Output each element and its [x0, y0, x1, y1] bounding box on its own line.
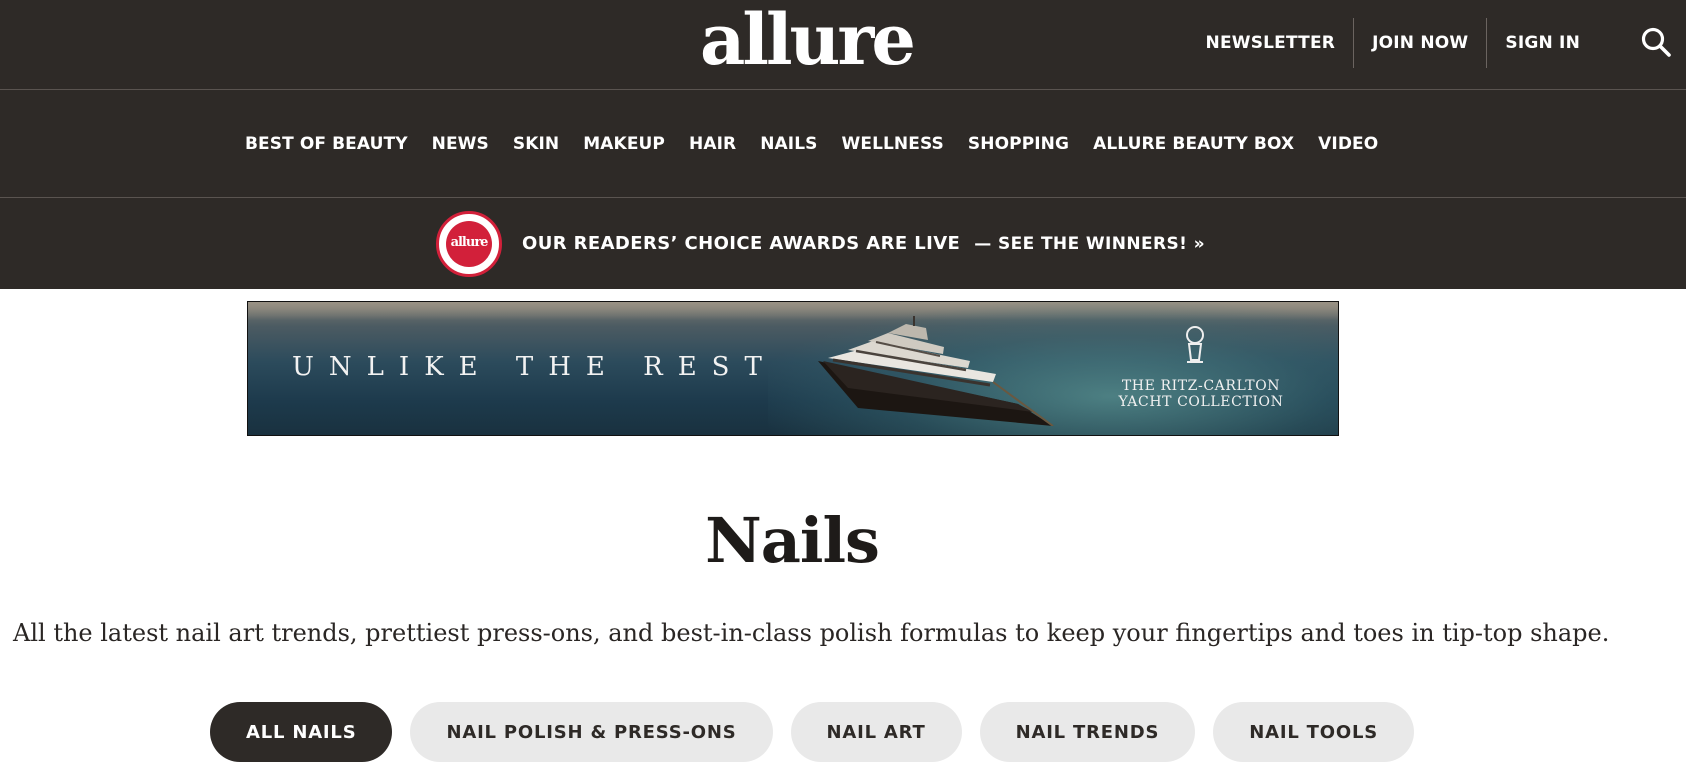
nav-item-skin[interactable]: SKIN [501, 134, 571, 154]
search-icon[interactable] [1640, 26, 1672, 58]
badge-logo: allure [450, 235, 489, 250]
ad-brand-line-1: THE RITZ-CARLTON [1121, 378, 1281, 394]
page-description: All the latest nail art trends, pretties… [13, 619, 1610, 647]
nav-item-nails[interactable]: NAILS [748, 134, 829, 154]
filter-all-nails[interactable]: ALL NAILS [210, 702, 393, 762]
filter-nail-polish-press-ons[interactable]: NAIL POLISH & PRESS-ONS [410, 702, 773, 762]
yacht-image [818, 316, 1054, 426]
nav-item-makeup[interactable]: MAKEUP [571, 134, 677, 154]
filter-nail-art[interactable]: NAIL ART [790, 702, 962, 762]
readers-choice-badge: allure [436, 211, 502, 277]
category-filters: ALL NAILS NAIL POLISH & PRESS-ONS NAIL A… [210, 702, 1414, 762]
join-now-link[interactable]: JOIN NOW [1354, 18, 1486, 68]
nav-item-allure-beauty-box[interactable]: ALLURE BEAUTY BOX [1081, 134, 1306, 154]
main-nav: BEST OF BEAUTY NEWS SKIN MAKEUP HAIR NAI… [0, 90, 1686, 198]
ad-banner[interactable]: UNLIKE THE REST THE RITZ-CARLTON YACHT C… [247, 301, 1339, 436]
allure-logo[interactable]: allure [700, 2, 916, 78]
ad-brand-line-2: YACHT COLLECTION [1118, 394, 1284, 410]
page-title: Nails [705, 504, 880, 577]
account-links: NEWSLETTER JOIN NOW SIGN IN [1188, 18, 1598, 68]
nav-item-hair[interactable]: HAIR [677, 134, 748, 154]
lion-crest-icon [1186, 326, 1204, 363]
nav-item-wellness[interactable]: WELLNESS [830, 134, 956, 154]
nav-item-news[interactable]: NEWS [420, 134, 501, 154]
sign-in-link[interactable]: SIGN IN [1487, 18, 1598, 68]
nav-item-video[interactable]: VIDEO [1306, 134, 1390, 154]
promo-text: OUR READERS’ CHOICE AWARDS ARE LIVE [522, 233, 961, 254]
top-header: allure NEWSLETTER JOIN NOW SIGN IN [0, 0, 1686, 90]
nav-item-best-of-beauty[interactable]: BEST OF BEAUTY [233, 134, 420, 154]
ad-brand: THE RITZ-CARLTON YACHT COLLECTION [1116, 378, 1286, 410]
promo-banner[interactable]: allure OUR READERS’ CHOICE AWARDS ARE LI… [0, 198, 1686, 289]
newsletter-link[interactable]: NEWSLETTER [1188, 18, 1354, 68]
nav-item-shopping[interactable]: SHOPPING [956, 134, 1081, 154]
see-winners-link[interactable]: — SEE THE WINNERS! » [974, 234, 1205, 254]
ad-headline: UNLIKE THE REST [292, 352, 777, 382]
filter-nail-tools[interactable]: NAIL TOOLS [1213, 702, 1414, 762]
filter-nail-trends[interactable]: NAIL TRENDS [979, 702, 1196, 762]
